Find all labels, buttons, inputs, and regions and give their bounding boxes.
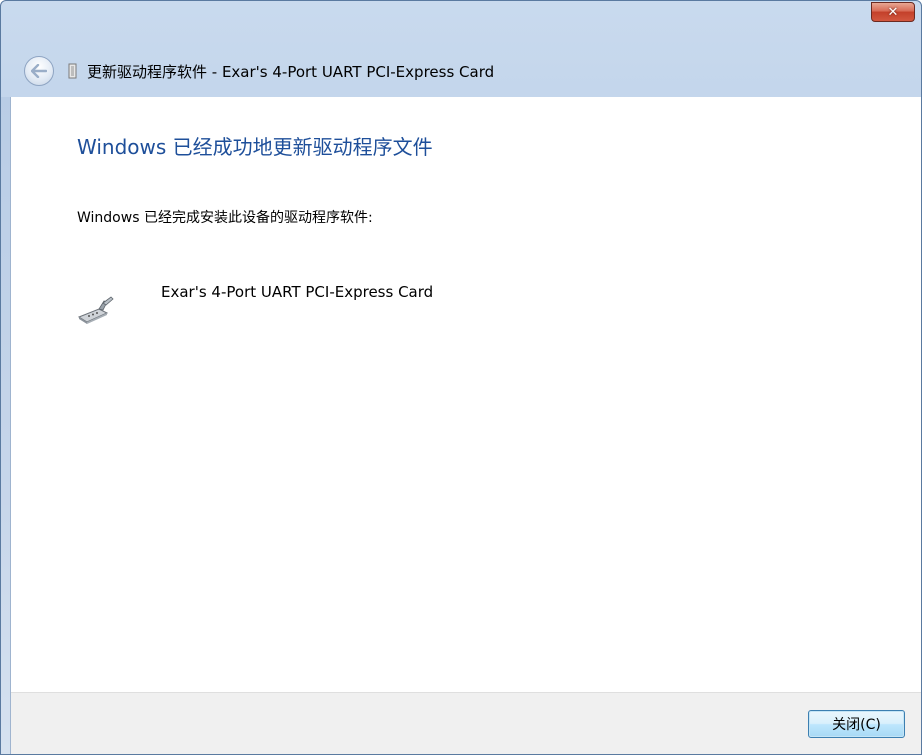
serial-port-cable-icon xyxy=(77,296,114,324)
status-message: Windows 已经完成安装此设备的驱动程序软件: xyxy=(77,210,373,226)
wizard-header: 更新驱动程序软件 - Exar's 4-Port UART PCI-Expres… xyxy=(10,45,921,97)
wizard-title: 更新驱动程序软件 - Exar's 4-Port UART PCI-Expres… xyxy=(87,62,495,81)
dialog-window: ✕ 更新驱动程序软件 - Exar's 4-Port UART PCI-Expr… xyxy=(0,0,922,755)
page-heading: Windows 已经成功地更新驱动程序文件 xyxy=(77,135,433,159)
device-small-icon xyxy=(68,63,77,79)
window-close-button[interactable]: ✕ xyxy=(871,2,915,22)
title-bar[interactable]: ✕ xyxy=(1,1,921,31)
close-icon: ✕ xyxy=(887,4,899,20)
content-area: Windows 已经成功地更新驱动程序文件 Windows 已经完成安装此设备的… xyxy=(11,97,921,692)
footer-bar: 关闭(C) xyxy=(11,692,921,754)
back-button[interactable] xyxy=(24,56,54,86)
close-button[interactable]: 关闭(C) xyxy=(808,710,905,738)
device-name: Exar's 4-Port UART PCI-Express Card xyxy=(161,283,434,301)
back-arrow-icon xyxy=(31,64,47,78)
window-frame-left xyxy=(1,97,11,754)
